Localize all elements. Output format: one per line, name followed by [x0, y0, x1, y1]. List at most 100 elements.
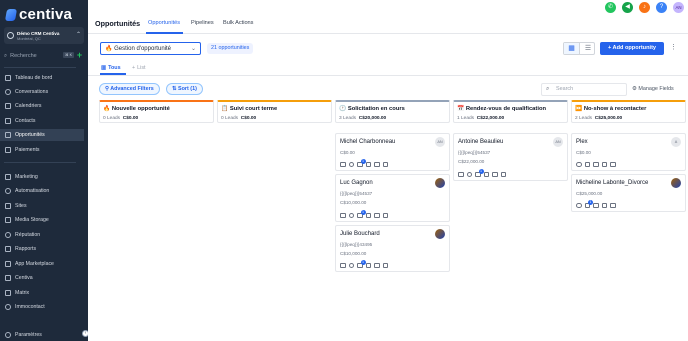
- account-switcher[interactable]: Démo CRM Centiva Montréal, QC ⌃: [4, 27, 84, 44]
- card-actions: 1: [340, 158, 388, 167]
- message-icon[interactable]: [348, 212, 354, 218]
- message-icon[interactable]: [348, 161, 354, 167]
- sidebar-item-reputation[interactable]: Réputation: [0, 229, 84, 241]
- opportunity-card[interactable]: Plex A C$0.00: [571, 133, 686, 171]
- message-icon[interactable]: [576, 161, 582, 167]
- document-icon[interactable]: [593, 202, 599, 208]
- document-icon[interactable]: [593, 161, 599, 167]
- task-icon[interactable]: [374, 262, 380, 268]
- tab-opportunities[interactable]: Opportunités: [148, 20, 180, 26]
- phone-icon[interactable]: ✆: [605, 2, 616, 13]
- tab-bulk-actions[interactable]: Bulk Actions: [223, 20, 253, 26]
- sidebar-item-matrix[interactable]: Matrix: [0, 287, 84, 299]
- quick-add-button[interactable]: +: [75, 51, 84, 60]
- phone-icon[interactable]: [340, 262, 346, 268]
- phone-icon[interactable]: [340, 161, 346, 167]
- column-amount: C$20,000.00: [358, 116, 387, 121]
- opportunity-card[interactable]: Antoine Beaulieu AN {{{{lpeq}}}54537 C$2…: [453, 133, 568, 181]
- media-icon: [5, 217, 11, 223]
- card-value: C$0.00: [340, 150, 355, 155]
- list-view-icon[interactable]: ☰: [580, 43, 596, 54]
- document-icon[interactable]: [365, 161, 371, 167]
- sidebar-item-label: Contacts: [15, 118, 36, 124]
- pipeline-column: 📋 Suivi court terme 0 Leads C$0.00: [217, 100, 332, 341]
- sidebar-item-label: Paramètres: [15, 332, 42, 338]
- view-tab-list[interactable]: + List: [132, 65, 146, 71]
- calendar-icon[interactable]: [610, 202, 616, 208]
- chevron-updown-icon: ⌃: [75, 32, 81, 38]
- sidebar-item-app-marketplace[interactable]: App Marketplace: [0, 258, 84, 270]
- sidebar-item-calendars[interactable]: Calendriers: [0, 100, 84, 112]
- logo[interactable]: centiva: [4, 6, 72, 23]
- search-placeholder: Search: [556, 86, 574, 92]
- tag-icon[interactable]: 1: [584, 199, 593, 208]
- advanced-filters-button[interactable]: ⚲ Advanced Filters: [99, 83, 160, 95]
- card-name: Micheline Labonte_Divorce: [576, 180, 649, 186]
- tag-icon[interactable]: 1: [357, 158, 366, 167]
- sidebar-item-settings[interactable]: Paramètres: [0, 329, 84, 341]
- tag-icon[interactable]: [584, 161, 590, 167]
- sidebar-item-marketing[interactable]: Marketing: [0, 171, 84, 183]
- tab-pipelines[interactable]: Pipelines: [191, 20, 214, 26]
- message-icon[interactable]: [576, 202, 582, 208]
- message-icon[interactable]: [348, 262, 354, 268]
- task-icon[interactable]: [601, 202, 607, 208]
- document-icon[interactable]: [365, 212, 371, 218]
- phone-icon[interactable]: [458, 171, 464, 177]
- sidebar-item-immocontact[interactable]: Immocontact: [0, 301, 84, 313]
- opportunity-card[interactable]: Luc Gagnon {{{{lpeq}}}54537 C$10,000.00 …: [335, 174, 450, 222]
- calendar-icon[interactable]: [382, 262, 388, 268]
- sidebar-item-centiva[interactable]: Centiva: [0, 272, 84, 284]
- task-icon[interactable]: [492, 171, 498, 177]
- card-detail: {{{{lpeq}}}43495: [340, 242, 373, 247]
- sidebar-item-conversations[interactable]: Conversations: [0, 86, 84, 98]
- bell-icon[interactable]: ♪: [639, 2, 650, 13]
- view-toggle[interactable]: ▦ ☰: [563, 42, 595, 55]
- opportunity-card[interactable]: Julie Bouchard {{{{lpeq}}}43495 C$10,000…: [335, 225, 450, 272]
- view-tab-all[interactable]: ▥ Tous: [101, 65, 121, 71]
- grid-view-icon[interactable]: ▦: [564, 43, 580, 54]
- immocontact-icon: [5, 304, 11, 310]
- sidebar-item-dashboard[interactable]: Tableau de bord: [0, 72, 84, 84]
- sidebar-item-automation[interactable]: Automatisation: [0, 185, 84, 197]
- tag-icon[interactable]: 1: [475, 168, 484, 177]
- task-icon[interactable]: [374, 161, 380, 167]
- add-opportunity-button[interactable]: + Add opportunity: [600, 42, 664, 55]
- phone-icon[interactable]: [340, 212, 346, 218]
- document-icon[interactable]: [483, 171, 489, 177]
- contacts-icon: [5, 118, 11, 124]
- sidebar-item-media-storage[interactable]: Media Storage: [0, 214, 84, 226]
- tag-icon[interactable]: 1: [357, 209, 366, 218]
- sidebar-item-label: Tableau de bord: [15, 75, 53, 81]
- sidebar-search[interactable]: ⌕ Recherche ⌘ K: [4, 51, 74, 61]
- more-options-icon[interactable]: ⋮: [670, 43, 677, 51]
- tag-icon[interactable]: 1: [357, 259, 366, 268]
- card-name: Antoine Beaulieu: [458, 139, 504, 145]
- help-icon[interactable]: ?: [656, 2, 667, 13]
- calendar-icon[interactable]: [610, 161, 616, 167]
- pipeline-select[interactable]: 🔥 Gestion d'opportunité ⌄: [100, 42, 201, 55]
- calendar-icon[interactable]: [382, 161, 388, 167]
- sidebar-item-opportunities[interactable]: Opportunités: [0, 129, 84, 141]
- document-icon[interactable]: [365, 262, 371, 268]
- manage-fields-label: Manage Fields: [638, 86, 674, 92]
- user-avatar[interactable]: AN: [673, 2, 684, 13]
- notification-badge: 1: [478, 168, 484, 174]
- sort-button[interactable]: ⇅ Sort (1): [166, 83, 203, 95]
- sidebar-item-contacts[interactable]: Contacts: [0, 115, 84, 127]
- calendar-icon[interactable]: [382, 212, 388, 218]
- megaphone-icon[interactable]: ◀: [622, 2, 633, 13]
- task-icon[interactable]: [374, 212, 380, 218]
- sidebar-item-payments[interactable]: Paiements: [0, 144, 84, 156]
- column-summary: 0 Leads C$0.00: [103, 116, 138, 121]
- search-input[interactable]: ⌕ Search: [541, 83, 627, 96]
- task-icon[interactable]: [601, 161, 607, 167]
- sidebar-item-reports[interactable]: Rapports: [0, 243, 84, 255]
- sidebar-item-sites[interactable]: Sites: [0, 200, 84, 212]
- opportunity-card[interactable]: Michel Charbonneau AN C$0.00 1: [335, 133, 450, 171]
- calendar-icon[interactable]: [500, 171, 506, 177]
- message-icon[interactable]: [466, 171, 472, 177]
- opportunity-card[interactable]: Micheline Labonte_Divorce C$25,000.00 1: [571, 174, 686, 212]
- pipeline-column: ⏩ No-show à recontacter 2 Leads C$25,000…: [571, 100, 686, 341]
- manage-fields-button[interactable]: ⚙ Manage Fields: [632, 86, 674, 92]
